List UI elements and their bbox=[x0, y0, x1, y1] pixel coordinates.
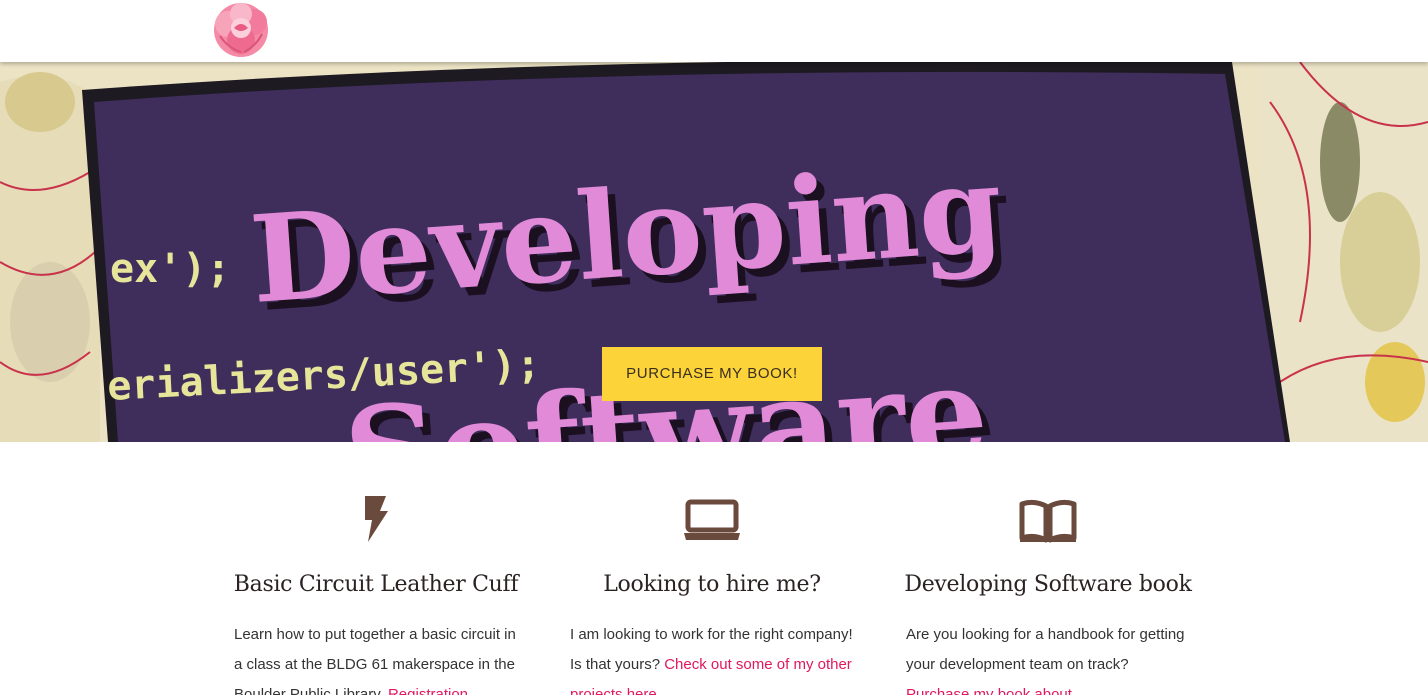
top-navbar bbox=[0, 0, 1428, 62]
registration-link[interactable]: Registration bbox=[388, 686, 468, 695]
feature-description: Learn how to put together a basic circui… bbox=[234, 626, 516, 695]
feature-text: Learn how to put together a basic circui… bbox=[234, 620, 524, 695]
open-book-icon bbox=[1018, 496, 1078, 544]
laptop-icon bbox=[682, 496, 742, 544]
feature-title: Basic Circuit Leather Cuff bbox=[233, 572, 519, 597]
feature-title: Looking to hire me? bbox=[603, 572, 821, 597]
features-section: Basic Circuit Leather Cuff Learn how to … bbox=[0, 442, 1428, 695]
peony-flower-logo bbox=[214, 3, 268, 57]
feature-text: Are you looking for a handbook for getti… bbox=[906, 620, 1196, 695]
purchase-book-button[interactable]: PURCHASE MY BOOK! bbox=[602, 347, 822, 401]
lightning-bolt-icon bbox=[346, 496, 406, 544]
code-line-1: ex'); bbox=[110, 246, 230, 292]
feature-description: Are you looking for a handbook for getti… bbox=[906, 626, 1185, 673]
purchase-book-link[interactable]: Purchase my book about bbox=[906, 686, 1072, 695]
feature-text: I am looking to work for the right compa… bbox=[570, 620, 860, 695]
feature-title: Developing Software book bbox=[904, 572, 1192, 597]
logo[interactable] bbox=[208, 0, 274, 60]
